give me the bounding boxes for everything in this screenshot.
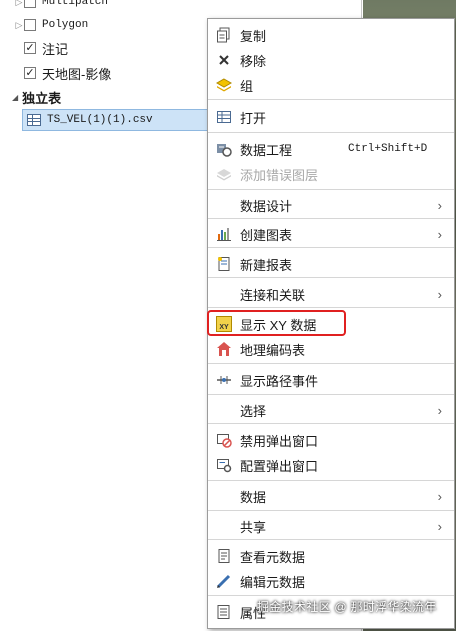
disable-popup-icon [216,432,232,448]
menu-item-data[interactable]: 数据 › [208,484,454,508]
menu-item-group[interactable]: 组 [208,73,454,97]
menu-item-data-design[interactable]: 数据设计 › [208,193,454,217]
menu-item-add-error-layer: 添加错误图层 [208,162,454,186]
expand-icon[interactable]: ▷ [14,0,24,8]
tree-item-basemap[interactable]: ✓ 天地图-影像 [24,62,111,84]
table-open-icon [216,109,232,125]
table-icon [27,114,41,126]
menu-separator [208,423,454,424]
menu-separator [208,480,454,481]
copy-icon [216,27,232,43]
submenu-arrow-icon: › [437,226,442,242]
menu-separator [208,539,454,540]
layer-label: Multipatch [42,0,109,8]
chart-icon [216,226,232,242]
menu-item-open[interactable]: 打开 [208,105,454,129]
layer-label: 注记 [42,41,69,57]
menu-label: 连接和关联 [240,287,306,303]
menu-label: 配置弹出窗口 [240,458,319,474]
menu-separator [208,363,454,364]
menu-label: 创建图表 [240,227,293,243]
menu-item-geocode-table[interactable]: 地理编码表 [208,337,454,361]
menu-label: 地理编码表 [240,342,306,358]
tree-group-standalone-tables[interactable]: ◢ 独立表 [12,86,61,108]
checkmark-icon: ✓ [25,67,35,79]
collapse-icon[interactable]: ◢ [12,93,18,102]
menu-separator [208,595,454,596]
layer-label: Polygon [42,19,89,31]
layer-checkbox[interactable]: ✓ [24,42,36,54]
expand-icon[interactable]: ▷ [14,20,24,31]
highlight-box [207,310,346,336]
menu-item-remove[interactable]: 移除 [208,48,454,72]
menu-item-selection[interactable]: 选择 › [208,398,454,422]
remove-icon [216,52,232,68]
menu-item-view-metadata[interactable]: 查看元数据 [208,544,454,568]
layer-checkbox[interactable] [24,19,36,31]
menu-label: 数据 [240,489,267,505]
tree-item-multipatch[interactable]: ▷ Multipatch [14,0,108,13]
group-label: 独立表 [22,90,62,106]
menu-label: 新建报表 [240,257,293,273]
tree-item-annotation[interactable]: ✓ 注记 [24,37,68,59]
menu-label: 选择 [240,403,267,419]
menu-item-display-route-events[interactable]: 显示路径事件 [208,368,454,392]
menu-item-new-report[interactable]: 新建报表 [208,252,454,276]
checkmark-icon: ✓ [25,42,35,54]
data-engineering-icon [216,141,232,157]
submenu-arrow-icon: › [437,402,442,418]
layer-label: 天地图-影像 [42,66,112,82]
menu-label: 显示路径事件 [240,373,319,389]
menu-label: 复制 [240,28,267,44]
group-icon [216,77,232,93]
menu-item-joins-relates[interactable]: 连接和关联 › [208,282,454,306]
menu-label: 移除 [240,53,267,69]
view-metadata-icon [216,548,232,564]
menu-separator [208,189,454,190]
layer-checkbox[interactable]: ✓ [24,67,36,79]
menu-shortcut: Ctrl+Shift+D [348,143,428,155]
menu-label: 共享 [240,519,267,535]
route-events-icon [216,372,232,388]
menu-item-create-chart[interactable]: 创建图表 › [208,222,454,246]
menu-separator [208,218,454,219]
watermark: 掘金技术社区 @ 那时浮华染流年 [257,600,437,614]
tree-item-polygon[interactable]: ▷ Polygon [14,14,88,36]
menu-separator [208,277,454,278]
submenu-arrow-icon: › [437,197,442,213]
menu-separator [208,247,454,248]
menu-separator [208,307,454,308]
error-layer-icon [216,166,232,182]
menu-separator [208,99,454,100]
menu-label: 组 [240,78,254,94]
menu-label: 打开 [240,110,267,126]
geocode-icon [216,341,232,357]
menu-separator [208,394,454,395]
menu-label: 数据工程 [240,142,293,158]
menu-item-edit-metadata[interactable]: 编辑元数据 [208,569,454,593]
submenu-arrow-icon: › [437,286,442,302]
table-label: TS_VEL(1)(1).csv [47,114,153,126]
menu-label: 添加错误图层 [240,167,319,183]
menu-item-data-engineering[interactable]: 数据工程 Ctrl+Shift+D [208,137,454,161]
menu-item-configure-popups[interactable]: 配置弹出窗口 [208,453,454,477]
layer-checkbox[interactable] [24,0,36,8]
menu-item-copy[interactable]: 复制 [208,23,454,47]
menu-label: 查看元数据 [240,549,306,565]
menu-label: 禁用弹出窗口 [240,433,319,449]
menu-label: 编辑元数据 [240,574,306,590]
menu-label: 数据设计 [240,198,293,214]
properties-icon [216,604,232,620]
submenu-arrow-icon: › [437,488,442,504]
report-icon [216,256,232,272]
submenu-arrow-icon: › [437,518,442,534]
configure-popup-icon [216,457,232,473]
edit-metadata-icon [216,573,232,589]
menu-item-disable-popups[interactable]: 禁用弹出窗口 [208,428,454,452]
menu-item-share[interactable]: 共享 › [208,514,454,538]
menu-separator [208,510,454,511]
menu-separator [208,132,454,133]
